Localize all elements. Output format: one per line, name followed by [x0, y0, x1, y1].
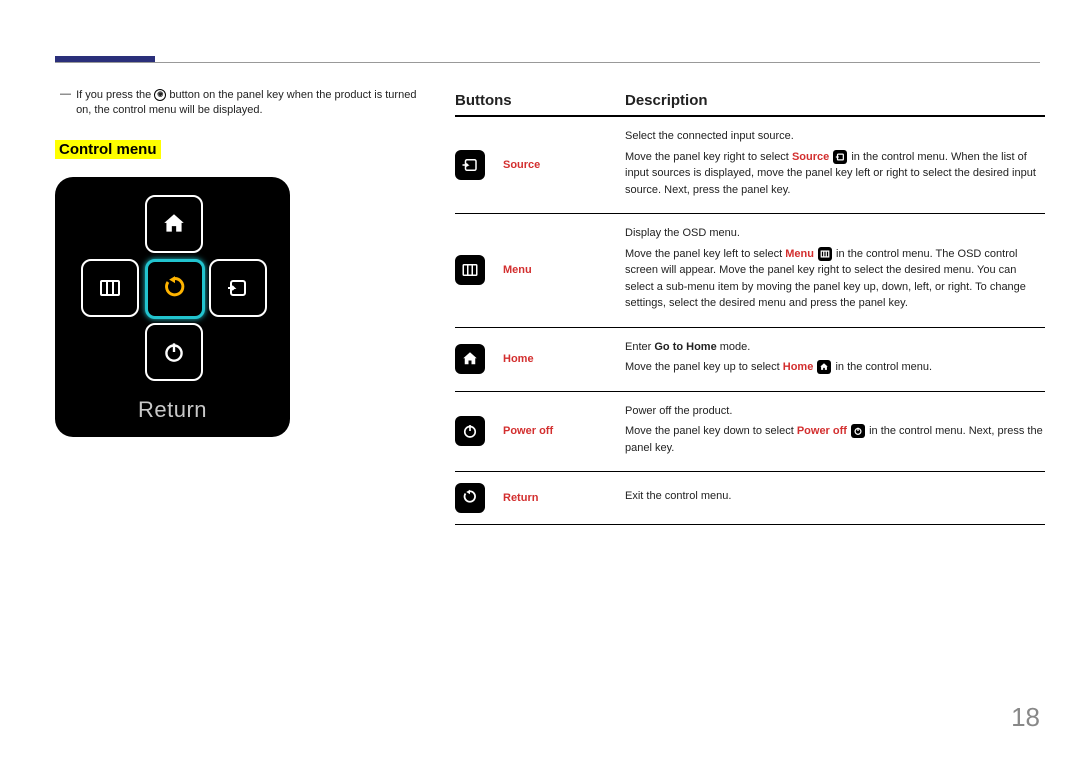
- control-menu-panel: Return: [55, 177, 290, 437]
- header-description: Description: [625, 92, 1045, 109]
- top-rule: [55, 62, 1040, 63]
- desc-line: Power off the product.: [625, 403, 1045, 420]
- power-button[interactable]: [145, 323, 203, 381]
- home-icon-box: [455, 344, 485, 374]
- table-row: Menu Display the OSD menu. Move the pane…: [455, 214, 1045, 328]
- panel-return-label: Return: [55, 397, 290, 423]
- row-label: Return: [503, 492, 625, 504]
- desc-line: Move the panel key left to select Menu i…: [625, 246, 1045, 312]
- note: ― If you press the ◉ button on the panel…: [55, 88, 425, 118]
- source-icon-box: [455, 150, 485, 180]
- row-label: Home: [503, 353, 625, 365]
- right-column: Buttons Description Source Select the co…: [455, 92, 1045, 525]
- home-button[interactable]: [145, 195, 203, 253]
- return-button[interactable]: [145, 259, 205, 319]
- menu-icon-box: [455, 255, 485, 285]
- power-icon-inline: [851, 424, 865, 438]
- left-column: ― If you press the ◉ button on the panel…: [55, 88, 425, 437]
- menu-button[interactable]: [81, 259, 139, 317]
- power-icon: [461, 422, 479, 440]
- row-description: Display the OSD menu. Move the panel key…: [625, 225, 1045, 316]
- menu-icon: [461, 261, 479, 279]
- table-row: Power off Power off the product. Move th…: [455, 392, 1045, 473]
- desc-line: Move the panel key down to select Power …: [625, 423, 1045, 456]
- note-text-before: If you press the: [76, 89, 154, 101]
- table-header: Buttons Description: [455, 92, 1045, 117]
- return-icon-box: [455, 483, 485, 513]
- note-dash: ―: [55, 88, 73, 100]
- menu-icon: [98, 276, 122, 300]
- header-buttons: Buttons: [455, 92, 625, 109]
- row-description: Power off the product. Move the panel ke…: [625, 403, 1045, 461]
- source-button[interactable]: [209, 259, 267, 317]
- desc-line: Move the panel key up to select Home in …: [625, 359, 1045, 376]
- source-icon: [226, 276, 250, 300]
- top-accent-bar: [55, 56, 155, 62]
- table-row: Return Exit the control menu.: [455, 472, 1045, 525]
- desc-line: Enter Go to Home mode.: [625, 339, 1045, 356]
- page-number: 18: [1011, 702, 1040, 733]
- row-description: Exit the control menu.: [625, 488, 1045, 509]
- row-label: Menu: [503, 264, 625, 276]
- row-description: Select the connected input source. Move …: [625, 128, 1045, 202]
- desc-line: Move the panel key right to select Sourc…: [625, 149, 1045, 199]
- home-icon: [161, 211, 187, 237]
- return-icon: [461, 489, 479, 507]
- desc-line: Display the OSD menu.: [625, 225, 1045, 242]
- row-label: Power off: [503, 425, 625, 437]
- table-row: Source Select the connected input source…: [455, 117, 1045, 214]
- panel-key-button-icon: ◉: [154, 89, 166, 101]
- power-icon-box: [455, 416, 485, 446]
- desc-line: Exit the control menu.: [625, 488, 1045, 505]
- source-icon-inline: [833, 150, 847, 164]
- row-label: Source: [503, 159, 625, 171]
- menu-icon-inline: [818, 247, 832, 261]
- source-icon: [461, 156, 479, 174]
- home-icon: [461, 350, 479, 368]
- home-icon-inline: [817, 360, 831, 374]
- desc-line: Select the connected input source.: [625, 128, 1045, 145]
- control-menu-title: Control menu: [55, 140, 161, 159]
- power-icon: [161, 339, 187, 365]
- table-row: Home Enter Go to Home mode. Move the pan…: [455, 328, 1045, 392]
- row-description: Enter Go to Home mode. Move the panel ke…: [625, 339, 1045, 380]
- buttons-description-table: Buttons Description Source Select the co…: [455, 92, 1045, 525]
- return-icon: [161, 275, 189, 303]
